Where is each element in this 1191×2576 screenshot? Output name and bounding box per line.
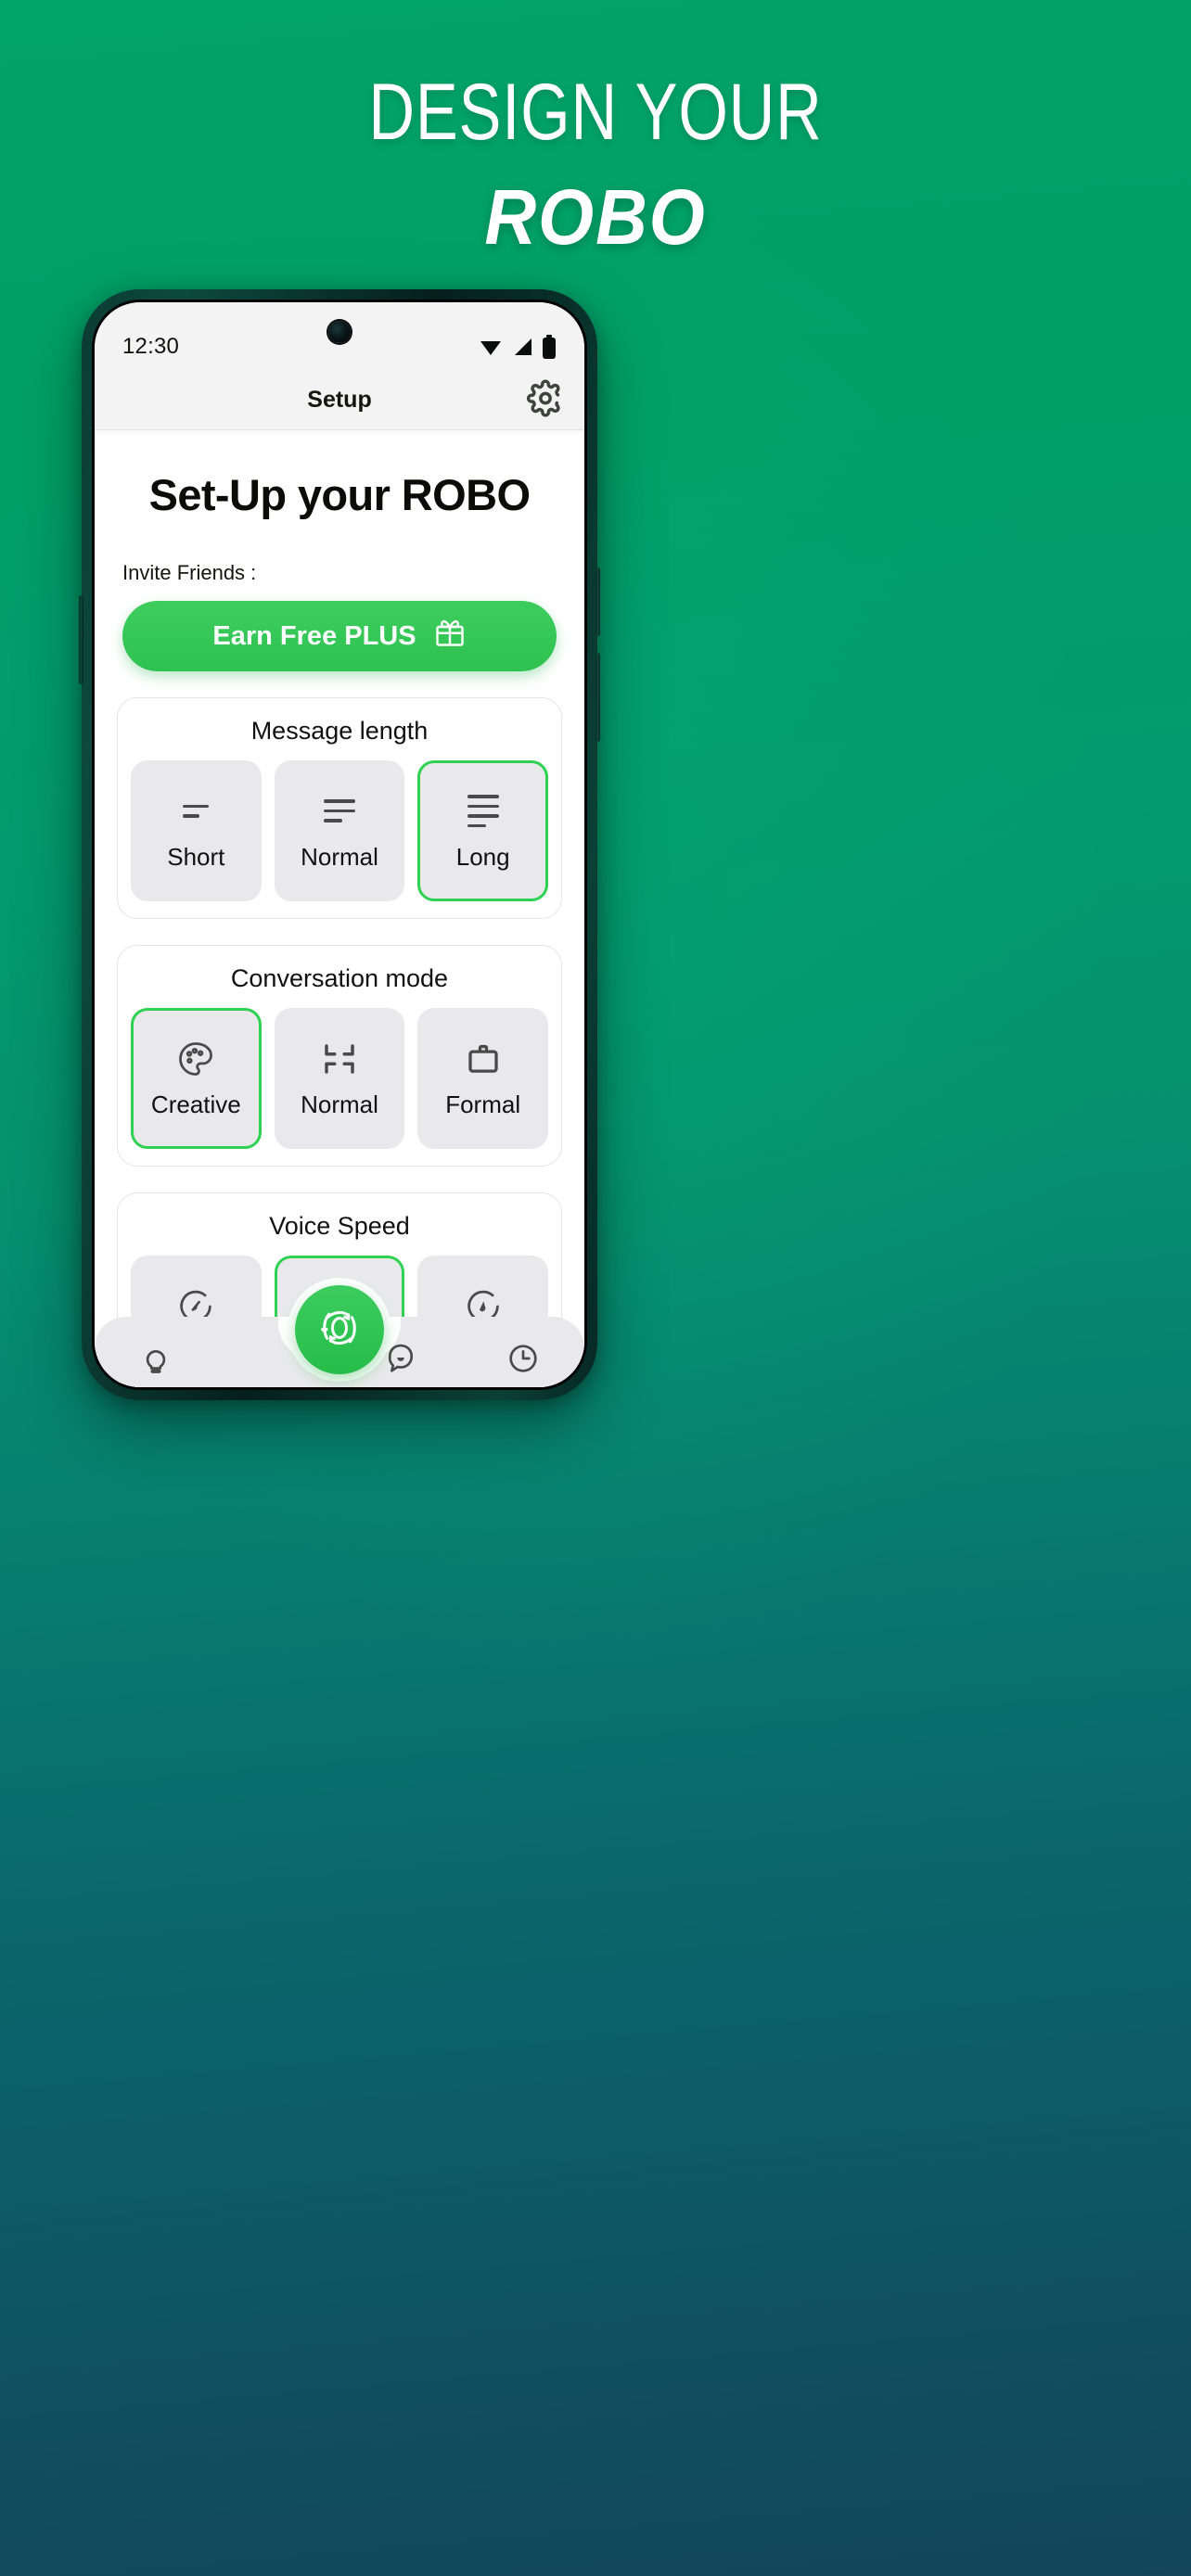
status-bar: 12:30 <box>95 302 584 371</box>
robot-orbit-fab-button[interactable] <box>295 1285 384 1374</box>
phone-volume-button[interactable] <box>596 653 600 742</box>
phone-screen-bezel: 12:30 Setup Set-Up your ROBO Invite Frie… <box>92 300 587 1390</box>
promo-line-1: DESIGN YOUR <box>368 68 823 157</box>
briefcase-icon <box>464 1039 503 1079</box>
option-label: Normal <box>301 842 378 871</box>
front-camera-punch-hole-icon <box>328 321 351 343</box>
nav-item-recent[interactable]: Recent <box>462 1341 584 1387</box>
option-normal[interactable]: Normal <box>274 1008 405 1149</box>
option-label: Long <box>455 842 510 871</box>
option-long[interactable]: Long <box>417 760 549 901</box>
promo-headline: DESIGN YOUR ROBO <box>0 68 1191 261</box>
battery-icon <box>542 335 557 359</box>
nav-label: Recent <box>493 1385 555 1387</box>
option-normal[interactable]: Normal <box>274 760 405 901</box>
bottom-navigation-bar: Explore Chat <box>95 1285 584 1387</box>
nav-label: Explore <box>122 1385 188 1387</box>
option-label: Creative <box>150 1090 241 1118</box>
wifi-icon <box>479 337 503 357</box>
section-card-message-length: Message length Short Normal Long <box>117 697 562 919</box>
section-title: Message length <box>250 717 429 745</box>
gear-icon[interactable] <box>527 379 564 421</box>
robot-orbit-icon <box>313 1301 366 1359</box>
status-bar-icons <box>479 335 557 359</box>
nav-label: Chat <box>380 1385 421 1387</box>
option-label: Normal <box>301 1090 378 1118</box>
status-bar-clock: 12:30 <box>122 334 180 359</box>
palette-icon <box>175 1039 216 1079</box>
text-lines-2-icon <box>183 791 210 832</box>
option-label: Short <box>167 842 225 871</box>
app-bar: Setup <box>95 371 584 430</box>
option-creative[interactable]: Creative <box>131 1008 262 1149</box>
phone-mockup: 12:30 Setup Set-Up your ROBO Invite Frie… <box>79 289 600 1402</box>
phone-frame: 12:30 Setup Set-Up your ROBO Invite Frie… <box>79 289 600 1400</box>
option-row: Short Normal Long <box>131 760 549 901</box>
text-lines-4-icon <box>467 791 499 832</box>
gift-icon <box>433 616 467 657</box>
phone-screen: 12:30 Setup Set-Up your ROBO Invite Frie… <box>95 302 584 1387</box>
section-card-conversation-mode: Conversation mode Creative Normal Formal <box>117 945 562 1167</box>
option-short[interactable]: Short <box>131 760 262 901</box>
section-title: Voice Speed <box>269 1212 410 1240</box>
option-formal[interactable]: Formal <box>417 1008 549 1149</box>
option-row: Creative Normal Formal <box>131 1008 549 1149</box>
earn-free-plus-button[interactable]: Earn Free PLUS <box>122 601 557 671</box>
text-lines-3-icon <box>324 791 355 832</box>
section-title: Conversation mode <box>230 964 449 992</box>
phone-side-button-left[interactable] <box>79 595 83 684</box>
phone-power-button[interactable] <box>596 567 600 636</box>
earn-free-plus-label: Earn Free PLUS <box>212 620 416 651</box>
invite-friends-label: Invite Friends : <box>122 561 257 584</box>
lightbulb-icon <box>138 1341 173 1381</box>
clock-icon <box>506 1341 541 1381</box>
cellular-signal-icon <box>511 337 533 357</box>
nav-item-explore[interactable]: Explore <box>95 1341 217 1387</box>
screen-content: Set-Up your ROBO Invite Friends : Earn F… <box>95 469 584 1387</box>
promo-line-2: ROBO <box>484 172 707 261</box>
app-bar-title: Setup <box>307 387 372 413</box>
page-title: Set-Up your ROBO <box>148 470 531 519</box>
collapse-icon <box>320 1039 359 1079</box>
option-label: Formal <box>445 1090 521 1118</box>
